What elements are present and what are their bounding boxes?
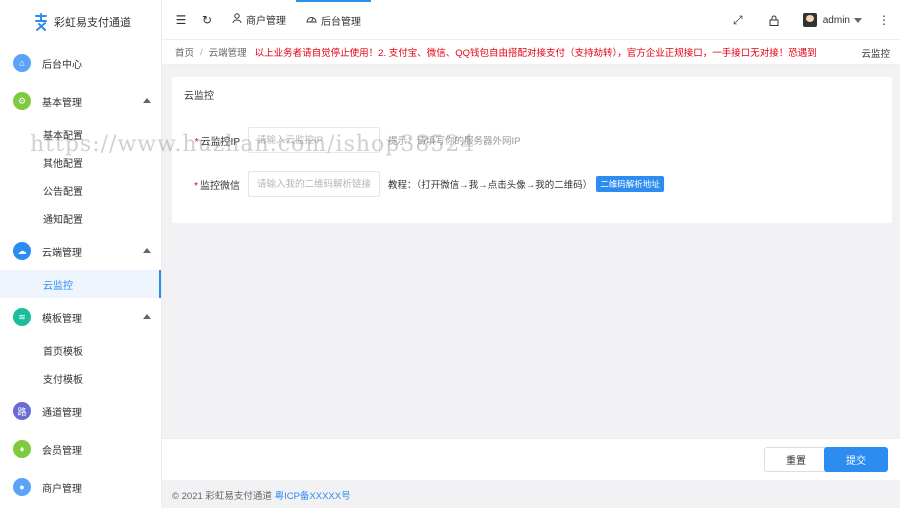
tab-label: 后台管理 bbox=[321, 17, 361, 28]
form-row-monitor-ip: *云监控IP 提示：请填写你的服务器外网IP bbox=[172, 127, 520, 153]
breadcrumb-separator: / bbox=[200, 46, 203, 58]
dashboard-icon bbox=[306, 14, 317, 27]
chevron-up-icon bbox=[143, 314, 151, 319]
sidebar-item-dashboard[interactable]: ⌂ 后台中心 bbox=[0, 44, 161, 82]
top-bar-right: ⤢ admin ⋮ bbox=[731, 0, 900, 40]
tab-label: 商户管理 bbox=[246, 16, 286, 27]
required-mark: * bbox=[194, 180, 198, 192]
monitor-wechat-input[interactable] bbox=[248, 171, 380, 197]
breadcrumb-section[interactable]: 云端管理 bbox=[209, 45, 247, 59]
breadcrumb: 首页 / 云端管理 以上业务者请自觉停止使用！2. 支付宝、微信、QQ钱包自由搭… bbox=[162, 40, 900, 65]
sidebar-item-merchant[interactable]: ● 商户管理 bbox=[0, 468, 161, 506]
refresh-icon[interactable]: ↻ bbox=[200, 13, 214, 27]
sidebar-item-template[interactable]: ≋ 模板管理 bbox=[0, 298, 161, 336]
sidebar-sub-pay-template[interactable]: 支付模板 bbox=[0, 364, 161, 392]
user-icon bbox=[232, 13, 242, 26]
field-label-text: 监控微信 bbox=[200, 180, 240, 192]
sidebar-sub-notice-config[interactable]: 公告配置 bbox=[0, 176, 161, 204]
sidebar-menu: ⌂ 后台中心 ⚙ 基本管理 基本配置 其他配置 公告配置 通知配置 ☁ 云端管理… bbox=[0, 44, 161, 506]
reset-button[interactable]: 重置 bbox=[764, 447, 828, 472]
submit-button[interactable]: 提交 bbox=[824, 447, 888, 472]
sidebar: 彩虹易支付通道 ⌂ 后台中心 ⚙ 基本管理 基本配置 其他配置 公告配置 通知配… bbox=[0, 0, 162, 508]
card-title: 云监控 bbox=[184, 91, 214, 102]
icp-link[interactable]: 粤ICP备XXXXX号 bbox=[275, 491, 351, 502]
form-row-monitor-wechat: *监控微信 教程：（打开微信→我→点击头像→我的二维码） 二维码解析地址 bbox=[172, 171, 664, 197]
breadcrumb-home[interactable]: 首页 bbox=[175, 45, 194, 59]
tab-merchant[interactable]: 商户管理 bbox=[222, 0, 296, 40]
footer: © 2021 彩虹易支付通道 粤ICP备XXXXX号 bbox=[172, 488, 351, 502]
home-icon: ⌂ bbox=[13, 54, 31, 72]
sidebar-sub-notify-config[interactable]: 通知配置 bbox=[0, 204, 161, 232]
chevron-up-icon bbox=[143, 248, 151, 253]
sidebar-item-label: 商户管理 bbox=[42, 483, 82, 495]
chevron-up-icon bbox=[143, 98, 151, 103]
avatar[interactable] bbox=[802, 13, 817, 27]
admin-name[interactable]: admin bbox=[823, 15, 850, 26]
sidebar-sub-basic-config[interactable]: 基本配置 bbox=[0, 120, 161, 148]
sidebar-item-channel[interactable]: 路 通道管理 bbox=[0, 392, 161, 430]
cloud-icon: ☁ bbox=[13, 242, 31, 260]
breadcrumb-current: 云监控 bbox=[853, 40, 890, 64]
field-hint: 提示：请填写你的服务器外网IP bbox=[388, 136, 521, 147]
sidebar-item-label: 模板管理 bbox=[42, 313, 82, 325]
gear-icon: ⚙ bbox=[13, 92, 31, 110]
copyright-text: © 2021 彩虹易支付通道 bbox=[172, 491, 272, 502]
sidebar-item-label: 基本管理 bbox=[42, 97, 82, 109]
tab-backend[interactable]: 后台管理 bbox=[296, 0, 371, 40]
sidebar-item-cloud[interactable]: ☁ 云端管理 bbox=[0, 232, 161, 270]
logo[interactable]: 彩虹易支付通道 bbox=[0, 0, 161, 44]
sidebar-item-label: 通道管理 bbox=[42, 407, 82, 419]
sidebar-sub-home-template[interactable]: 首页模板 bbox=[0, 336, 161, 364]
top-bar: ☰ ↻ 商户管理 后台管理 ⤢ admin ⋮ bbox=[162, 0, 900, 40]
cloud-monitor-card: 云监控 *云监控IP 提示：请填写你的服务器外网IP *监控微信 教程：（打开微… bbox=[172, 77, 892, 223]
required-mark: * bbox=[194, 136, 199, 148]
logo-text: 彩虹易支付通道 bbox=[54, 17, 131, 29]
layers-icon: ≋ bbox=[13, 308, 31, 326]
field-label: * 云监控IP bbox=[172, 133, 248, 148]
scrolling-notice: 以上业务者请自觉停止使用！2. 支付宝、微信、QQ钱包自由搭配对接支付（支持劫转… bbox=[254, 48, 817, 59]
logo-icon bbox=[34, 13, 48, 31]
field-label-text: 云监控IP bbox=[200, 136, 240, 148]
sidebar-item-label: 云端管理 bbox=[42, 247, 82, 259]
channel-icon: 路 bbox=[13, 402, 31, 420]
monitor-ip-input[interactable] bbox=[248, 127, 380, 153]
sidebar-item-basic[interactable]: ⚙ 基本管理 bbox=[0, 82, 161, 120]
action-bar: 重置 提交 bbox=[162, 438, 900, 480]
member-icon: ♦ bbox=[13, 440, 31, 458]
menu-toggle-icon[interactable]: ☰ bbox=[174, 13, 188, 27]
merchant-icon: ● bbox=[13, 478, 31, 496]
fullscreen-icon[interactable]: ⤢ bbox=[731, 13, 745, 27]
chevron-down-icon[interactable] bbox=[854, 17, 862, 23]
lock-icon[interactable] bbox=[767, 13, 781, 27]
sidebar-item-label: 会员管理 bbox=[42, 445, 82, 457]
field-tutorial: 教程：（打开微信→我→点击头像→我的二维码） bbox=[388, 180, 593, 191]
sidebar-item-member[interactable]: ♦ 会员管理 bbox=[0, 430, 161, 468]
field-label: * 监控微信 bbox=[172, 177, 248, 192]
qr-parse-button[interactable]: 二维码解析地址 bbox=[596, 176, 664, 192]
more-icon[interactable]: ⋮ bbox=[878, 13, 890, 27]
sidebar-item-label: 后台中心 bbox=[42, 59, 82, 71]
sidebar-sub-other-config[interactable]: 其他配置 bbox=[0, 148, 161, 176]
sidebar-sub-cloud-monitor[interactable]: 云监控 bbox=[0, 270, 161, 298]
